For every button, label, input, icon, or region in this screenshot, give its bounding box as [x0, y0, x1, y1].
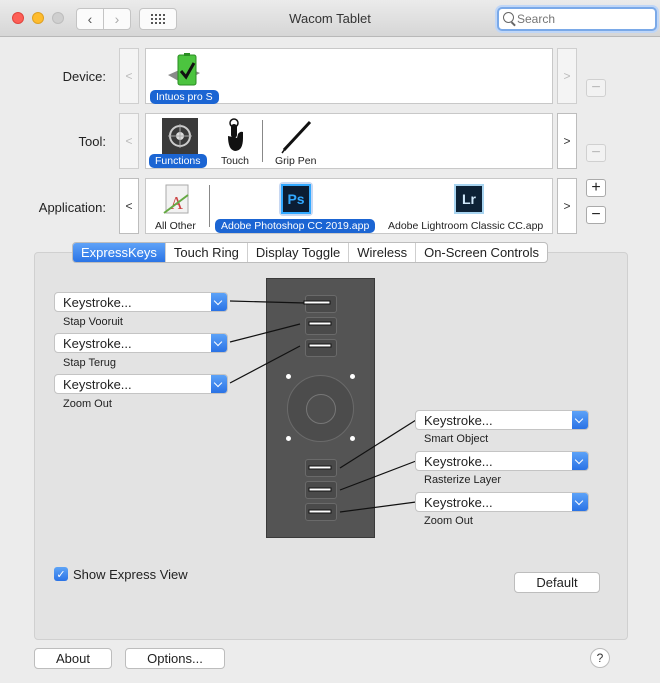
left-key-1-dropdown[interactable]: Keystroke... [54, 292, 228, 312]
connector-marker [308, 509, 332, 514]
chevron-down-icon [572, 411, 588, 429]
connector-line [339, 501, 417, 513]
right-key-3-dropdown[interactable]: Keystroke... [415, 492, 589, 512]
chevron-down-icon [211, 293, 227, 311]
connector-line [229, 300, 306, 304]
right-key-1-dropdown[interactable]: Keystroke... [415, 410, 589, 430]
connector-line [229, 323, 301, 343]
show-express-view-label[interactable]: Show Express View [73, 567, 188, 582]
checkmark-icon: ✓ [56, 568, 66, 581]
chevron-down-icon [211, 334, 227, 352]
right-key-3-caption: Zoom Out [424, 515, 473, 527]
left-key-3-caption: Zoom Out [63, 398, 112, 410]
connector-line [229, 345, 301, 384]
connector-line [339, 460, 417, 491]
connector-marker [308, 343, 332, 348]
dropdown-value: Keystroke... [424, 412, 493, 428]
connector-marker [308, 321, 332, 326]
connector-marker [308, 465, 332, 470]
connector-marker [308, 487, 332, 492]
dropdown-value: Keystroke... [63, 335, 132, 351]
right-key-1-caption: Smart Object [424, 433, 489, 445]
help-button[interactable]: ? [590, 648, 610, 668]
connector-marker [303, 300, 331, 305]
default-button[interactable]: Default [514, 572, 600, 593]
right-key-2-dropdown[interactable]: Keystroke... [415, 451, 589, 471]
options-button[interactable]: Options... [125, 648, 225, 669]
left-key-2-dropdown[interactable]: Keystroke... [54, 333, 228, 353]
connector-line [339, 419, 417, 469]
dropdown-value: Keystroke... [63, 294, 132, 310]
right-key-2-caption: Rasterize Layer [424, 474, 502, 486]
left-key-2-caption: Stap Terug [63, 357, 117, 369]
dropdown-value: Keystroke... [424, 453, 493, 469]
chevron-down-icon [572, 493, 588, 511]
dropdown-value: Keystroke... [424, 494, 493, 510]
dropdown-value: Keystroke... [63, 376, 132, 392]
left-key-3-dropdown[interactable]: Keystroke... [54, 374, 228, 394]
chevron-down-icon [572, 452, 588, 470]
show-express-view-checkbox[interactable]: ✓ [54, 567, 68, 581]
chevron-down-icon [211, 375, 227, 393]
left-key-1-caption: Stap Vooruit [63, 316, 123, 328]
about-button[interactable]: About [34, 648, 112, 669]
